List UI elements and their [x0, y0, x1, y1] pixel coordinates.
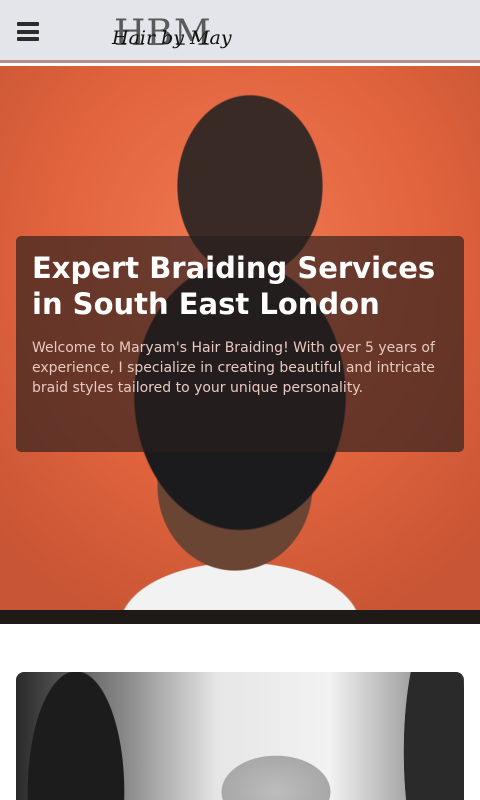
hamburger-menu-icon[interactable] [17, 22, 39, 41]
hero-bottom-edge [0, 610, 480, 624]
braiding-photo-card [16, 672, 464, 800]
hero-section: Expert Braiding Services in South East L… [0, 66, 480, 624]
hero-description: Welcome to Maryam's Hair Braiding! With … [32, 340, 435, 396]
logo-script-text: Hair by May [112, 27, 232, 49]
site-logo[interactable]: HBM Hair by May [112, 14, 232, 54]
hero-title: Expert Braiding Services in South East L… [32, 251, 436, 321]
site-header: HBM Hair by May [0, 0, 480, 63]
hero-text-card: Expert Braiding Services in South East L… [16, 236, 464, 452]
